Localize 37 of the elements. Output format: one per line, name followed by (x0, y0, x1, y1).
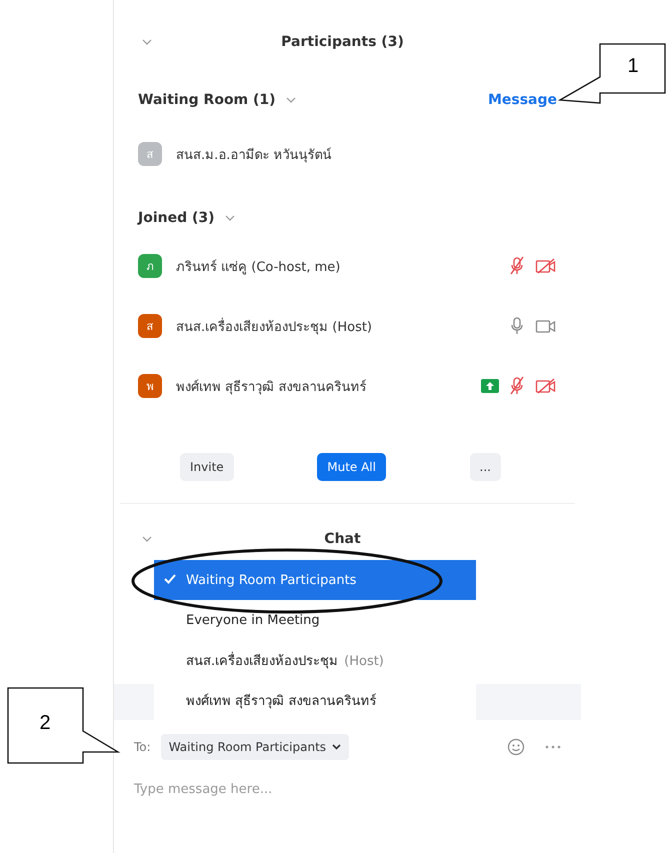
chevron-icon[interactable] (286, 97, 296, 103)
recipient-option[interactable]: สนส.เครื่องเสียงห้องประชุม (Host) (154, 640, 476, 680)
avatar: ส (138, 142, 162, 166)
callout-number: 2 (38, 712, 52, 735)
more-icon[interactable] (545, 745, 561, 749)
video-off-icon[interactable] (535, 257, 557, 275)
chat-title: Chat (323, 531, 362, 547)
participant-name: สนส.เครื่องเสียงห้องประชุม (Host) (176, 316, 374, 336)
action-button[interactable]: Invite (180, 453, 234, 481)
recipient-option[interactable]: พงศ์เทพ สุธีราวุฒิ สงขลานครินทร์ (154, 680, 476, 720)
microphone-icon[interactable] (509, 316, 525, 336)
recipient-option[interactable]: Waiting Room Participants (154, 560, 476, 600)
mute-all-button[interactable]: Mute All (317, 453, 386, 481)
recipient-option[interactable]: Everyone in Meeting (154, 600, 476, 640)
message-link[interactable]: Message (488, 92, 557, 108)
to-label: To: (134, 740, 151, 754)
caret-icon (332, 744, 342, 750)
panel-title: Participants (3) (280, 34, 405, 50)
video-off-icon[interactable] (535, 377, 557, 395)
callout-number: 1 (626, 55, 640, 78)
emoji-icon[interactable] (507, 738, 525, 756)
avatar: พ (138, 374, 162, 398)
participant-name: ภรินทร์ แซ่คู (Co-host, me) (176, 258, 342, 276)
section-title: Joined (3) (138, 210, 215, 226)
checkmark-icon (164, 574, 176, 584)
avatar: ส (138, 314, 162, 338)
avatar: ภ (138, 254, 162, 278)
participant-name: พงศ์เทพ สุธีราวุฒิ สงขลานครินทร์ (176, 378, 368, 396)
section-title: Waiting Room (1) (138, 92, 276, 108)
chevron-icon[interactable] (142, 39, 152, 45)
muted-microphone-icon[interactable] (509, 256, 525, 276)
recipient-dropdown[interactable]: Waiting Room Participants (160, 734, 350, 760)
muted-microphone-icon[interactable] (509, 376, 525, 396)
participant-name: สนส.ม.อ.อามีดะ หวันนุรัตน์ (176, 146, 333, 164)
action-button[interactable]: ... (470, 453, 501, 481)
chevron-icon[interactable] (224, 215, 235, 221)
chevron-icon[interactable] (142, 536, 152, 542)
